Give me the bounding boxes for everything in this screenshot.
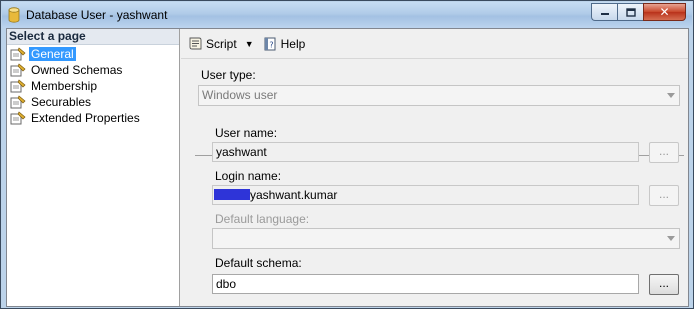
general-page-form: User type: Windows user User name: yashw… [181,66,688,306]
maximize-icon [625,7,636,17]
default-schema-browse-button[interactable]: ... [649,274,679,295]
toolbar: Script ▼ ? Help [181,29,688,59]
page-wrench-icon [10,111,26,125]
page-item-label: Securables [31,95,92,109]
window-controls: ✕ [591,3,686,21]
page-item-extended-properties[interactable]: Extended Properties [7,110,179,126]
help-button-label: Help [280,36,306,51]
default-language-label: Default language: [215,212,310,226]
redaction-mark [214,189,250,200]
close-icon: ✕ [659,5,670,19]
default-schema-field[interactable]: dbo [212,274,639,294]
database-user-window: Database User - yashwant ✕ Select a page… [0,0,694,309]
title-bar[interactable]: Database User - yashwant ✕ [2,2,692,28]
page-selector-header: Select a page [7,29,179,45]
user-type-select[interactable]: Windows user [198,85,680,106]
page-item-owned-schemas[interactable]: Owned Schemas [7,62,179,78]
page-wrench-icon [10,47,26,61]
page-item-label: Membership [31,79,98,93]
page-item-label: General [29,47,76,61]
database-cylinder-icon [8,7,20,23]
svg-text:?: ? [269,40,273,49]
page-item-membership[interactable]: Membership [7,78,179,94]
user-name-browse-button[interactable]: ... [649,142,679,163]
minimize-button[interactable] [591,3,617,21]
help-book-icon: ? [264,37,276,50]
login-name-field[interactable]: yashwant.kumar [212,185,639,205]
default-language-select[interactable] [212,228,680,249]
minimize-icon [600,13,609,15]
page-content-pane: Script ▼ ? Help User type: Windows user [181,29,688,306]
close-button[interactable]: ✕ [643,3,686,21]
help-button[interactable]: ? Help [262,36,306,52]
page-list: General Owned Schemas Membership Securab… [7,45,179,126]
login-name-label: Login name: [215,169,282,183]
chevron-down-icon [667,93,675,98]
login-name-browse-button[interactable]: ... [649,185,679,206]
script-button-label: Script [206,36,237,51]
dialog-client-area: Select a page General Owned Schemas Memb… [6,28,689,307]
user-type-value: Windows user [202,88,278,102]
page-wrench-icon [10,63,26,77]
maximize-button[interactable] [617,3,643,21]
page-item-general[interactable]: General [7,46,179,62]
user-name-label: User name: [215,126,278,140]
script-button[interactable]: Script ▼ [187,36,254,52]
chevron-down-icon [667,236,675,241]
page-item-label: Extended Properties [31,111,140,125]
window-title: Database User - yashwant [26,8,168,22]
login-name-value: yashwant.kumar [250,188,338,202]
page-item-securables[interactable]: Securables [7,94,179,110]
user-type-label: User type: [201,68,256,82]
script-scroll-icon [189,37,202,49]
script-dropdown-arrow-icon[interactable]: ▼ [245,39,254,49]
default-schema-label: Default schema: [215,256,302,270]
user-name-field[interactable]: yashwant [212,142,639,162]
page-wrench-icon [10,79,26,93]
default-schema-value: dbo [216,277,237,291]
page-item-label: Owned Schemas [31,63,123,77]
user-name-value: yashwant [216,145,267,159]
page-wrench-icon [10,95,26,109]
page-selector-pane: Select a page General Owned Schemas Memb… [7,29,180,306]
